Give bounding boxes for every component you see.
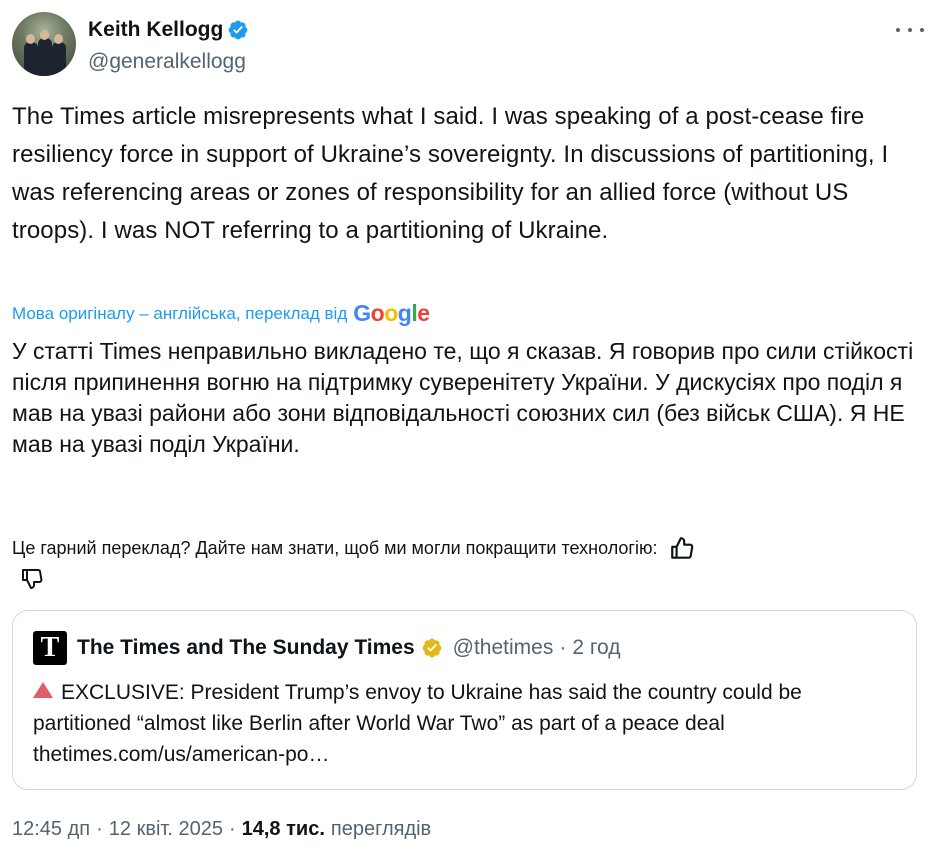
avatar[interactable] [12,12,76,76]
tweet-meta: 12:45 дп · 12 квіт. 2025 · 14,8 тис. пер… [12,818,431,841]
quoted-timestamp: 2 год [572,636,621,659]
verified-badge-icon [422,638,442,658]
quoted-tweet[interactable]: T The Times and The Sunday Times @thetim… [12,610,917,790]
separator: · [559,636,567,659]
quoted-text: EXCLUSIVE: President Trump’s envoy to Uk… [33,681,802,735]
separator: · [96,818,103,840]
author-handle[interactable]: @generalkellogg [88,50,246,74]
verified-badge-icon [228,20,248,40]
translated-text: У статті Times неправильно викладено те,… [12,338,914,457]
thumbs-down-icon[interactable] [20,566,44,590]
thumbs-up-icon[interactable] [669,536,695,562]
quoted-author-handle: @thetimes [452,636,554,659]
red-triangle-icon [33,682,53,698]
feedback-prompt: Це гарний переклад? Дайте нам знати, щоб… [12,538,658,558]
times-logo: T [33,631,67,665]
tweet-date[interactable]: 12 квіт. 2025 [109,818,223,841]
quoted-text-block: EXCLUSIVE: President Trump’s envoy to Uk… [33,677,903,770]
views-label: переглядів [330,818,432,840]
google-logo: Google [353,300,430,326]
translation-attribution: Мова оригіналу – англійська, переклад ві… [12,300,430,327]
views-count[interactable]: 14,8 тис. [242,818,325,841]
tweet-time[interactable]: 12:45 дп [12,818,90,841]
translation-label: Мова оригіналу – англійська, переклад ві… [12,303,348,323]
quoted-author-name: The Times and The Sunday Times [77,636,415,659]
quoted-link[interactable]: thetimes.com/us/american-po… [33,743,329,766]
tweet-header: Keith Kellogg @generalkellogg [12,12,926,80]
tweet-text: The Times article misrepresents what I s… [12,103,889,244]
author-name[interactable]: Keith Kellogg [88,18,223,42]
translation-feedback: Це гарний переклад? Дайте нам знати, щоб… [12,534,917,562]
separator: · [228,818,236,840]
more-icon[interactable] [896,20,924,40]
